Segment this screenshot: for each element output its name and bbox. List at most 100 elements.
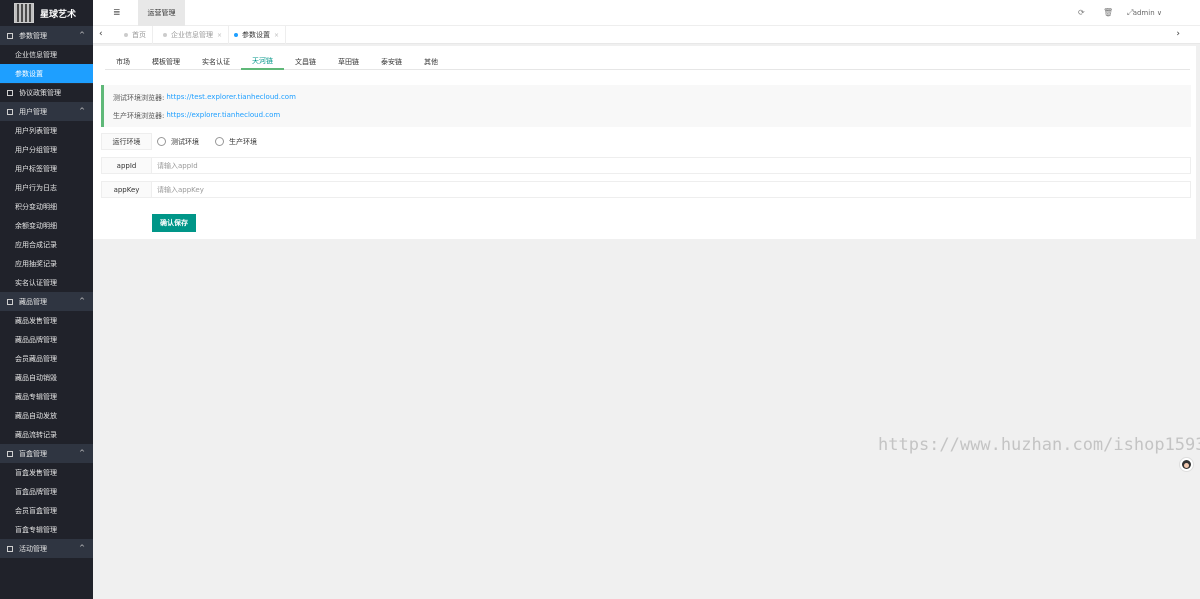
sidebar-item-synthesis[interactable]: 应用合成记录 [0, 235, 93, 254]
sidebar-group-params[interactable]: 参数管理 ^ [0, 26, 93, 45]
app-title: 星球艺术 [40, 9, 77, 20]
prod-explorer-label: 生产环境浏览器: [113, 112, 165, 120]
tab-dot-icon [163, 33, 167, 37]
appkey-input[interactable] [152, 181, 1191, 198]
clear-cache-icon[interactable]: 🗑 [1103, 8, 1113, 17]
sidebar-item-company-info[interactable]: 企业信息管理 [0, 45, 93, 64]
tab-company-info[interactable]: 企业信息管理 × [157, 26, 230, 44]
sidebar-item-user-list[interactable]: 用户列表管理 [0, 121, 93, 140]
sidebar-item-box-sale[interactable]: 盲盒发售管理 [0, 463, 93, 482]
subtab-caotian[interactable]: 草田链 [327, 54, 370, 70]
subtab-taian[interactable]: 泰安链 [370, 54, 413, 70]
support-avatar[interactable] [1179, 457, 1194, 472]
tab-dot-icon [124, 33, 128, 37]
box-icon [7, 450, 13, 457]
top-header: ≣ 运营管理 ⟳ 🗑 ⤢ admin ∨ [93, 0, 1200, 26]
sidebar: 星球艺术 参数管理 ^ 企业信息管理 参数设置 协议政策管理 用户管理 ^ 用户… [0, 0, 93, 599]
refresh-icon[interactable]: ⟳ [1078, 8, 1085, 17]
sidebar-item-coll-album[interactable]: 藏品专辑管理 [0, 387, 93, 406]
sidebar-group-blindbox[interactable]: 盲盒管理 ^ [0, 444, 93, 463]
subtab-template[interactable]: 模板管理 [141, 54, 191, 70]
test-explorer-label: 测试环境浏览器: [113, 94, 165, 102]
appid-label: appId [101, 157, 152, 174]
appid-row: appId [101, 157, 1191, 174]
content-panel: 市场 模板管理 实名认证 天河链 文昌链 草田链 泰安链 其他 测试环境浏览器:… [93, 46, 1196, 239]
sidebar-group-policy[interactable]: 协议政策管理 [0, 83, 93, 102]
sidebar-item-points[interactable]: 积分变动明细 [0, 197, 93, 216]
chevron-up-icon: ^ [79, 449, 85, 457]
collection-icon [7, 298, 13, 305]
menu-toggle-icon[interactable]: ≣ [113, 8, 121, 18]
subtab-other[interactable]: 其他 [413, 54, 449, 70]
sidebar-group-collections[interactable]: 藏品管理 ^ [0, 292, 93, 311]
username: admin [1132, 9, 1155, 17]
sidebar-group-activities[interactable]: 活动管理 ^ [0, 539, 93, 558]
tabs-next-icon[interactable]: › [1176, 29, 1180, 39]
activity-icon [7, 545, 13, 552]
chevron-down-icon: ∨ [1156, 9, 1162, 17]
folder-icon [7, 32, 13, 39]
sidebar-item-coll-brand[interactable]: 藏品品牌管理 [0, 330, 93, 349]
sidebar-item-user-group[interactable]: 用户分组管理 [0, 140, 93, 159]
tab-label: 首页 [132, 31, 146, 39]
radio-label: 测试环境 [171, 137, 199, 146]
chevron-up-icon: ^ [79, 31, 85, 39]
test-explorer-line: 测试环境浏览器: https://test.explorer.tianheclo… [113, 93, 296, 103]
prod-explorer-line: 生产环境浏览器: https://explorer.tianhecloud.co… [113, 111, 280, 121]
sidebar-item-box-brand[interactable]: 盲盒品牌管理 [0, 482, 93, 501]
explorer-notice: 测试环境浏览器: https://test.explorer.tianheclo… [101, 85, 1191, 127]
appkey-label: appKey [101, 181, 152, 198]
logo[interactable]: 星球艺术 [0, 0, 93, 26]
sidebar-item-box-member[interactable]: 会员盲盒管理 [0, 501, 93, 520]
close-icon[interactable]: × [217, 32, 222, 39]
watermark: https://www.huzhan.com/ishop15931 [878, 435, 1200, 455]
subtab-realname[interactable]: 实名认证 [191, 54, 241, 70]
sidebar-item-coll-airdrop[interactable]: 藏品自动发放 [0, 406, 93, 425]
sidebar-group-label: 用户管理 [19, 107, 47, 116]
appkey-row: appKey [101, 181, 1191, 198]
tab-label: 企业信息管理 [171, 31, 213, 39]
sidebar-item-param-settings[interactable]: 参数设置 [0, 64, 93, 83]
sidebar-group-label: 参数管理 [19, 31, 47, 40]
sidebar-group-label: 活动管理 [19, 544, 47, 553]
sidebar-group-label: 藏品管理 [19, 297, 47, 306]
test-explorer-link[interactable]: https://test.explorer.tianhecloud.com [166, 93, 296, 103]
user-menu[interactable]: admin ∨ [1133, 9, 1162, 17]
logo-qr-icon [14, 3, 34, 23]
sidebar-item-balance[interactable]: 余额变动明细 [0, 216, 93, 235]
sidebar-item-realname[interactable]: 实名认证管理 [0, 273, 93, 292]
tab-param-settings[interactable]: 参数设置 × [228, 26, 287, 44]
radio-circle-icon [215, 137, 224, 146]
subtab-tianhe[interactable]: 天河链 [241, 54, 284, 70]
prod-explorer-link[interactable]: https://explorer.tianhecloud.com [166, 111, 280, 121]
tabs-prev-icon[interactable]: ‹ [99, 29, 103, 39]
radio-circle-icon [157, 137, 166, 146]
list-icon [7, 90, 13, 96]
sidebar-item-coll-destroy[interactable]: 藏品自动销毁 [0, 368, 93, 387]
subtab-wenchang[interactable]: 文昌链 [284, 54, 327, 70]
env-radio-group: 测试环境 生产环境 [152, 133, 273, 150]
radio-prod-env[interactable]: 生产环境 [215, 137, 257, 147]
user-icon [7, 108, 13, 115]
sidebar-item-coll-sale[interactable]: 藏品发售管理 [0, 311, 93, 330]
sidebar-item-box-album[interactable]: 盲盒专辑管理 [0, 520, 93, 539]
chevron-up-icon: ^ [79, 107, 85, 115]
env-row: 运行环境 测试环境 生产环境 [101, 133, 1191, 150]
tab-dot-icon [234, 33, 238, 37]
sidebar-item-user-log[interactable]: 用户行为日志 [0, 178, 93, 197]
sidebar-group-label: 协议政策管理 [19, 89, 61, 97]
close-icon[interactable]: × [274, 32, 279, 39]
module-tab-operations[interactable]: 运营管理 [138, 0, 185, 26]
tab-home[interactable]: 首页 [118, 26, 153, 44]
sidebar-item-lottery[interactable]: 应用抽奖记录 [0, 254, 93, 273]
sidebar-group-users[interactable]: 用户管理 ^ [0, 102, 93, 121]
sidebar-item-coll-transfer[interactable]: 藏品流转记录 [0, 425, 93, 444]
appid-input[interactable] [152, 157, 1191, 174]
radio-test-env[interactable]: 测试环境 [157, 137, 199, 147]
page-tab-strip: ‹ 首页 企业信息管理 × 参数设置 × › [93, 26, 1200, 44]
save-button[interactable]: 确认保存 [152, 214, 196, 232]
sidebar-item-user-tags[interactable]: 用户标签管理 [0, 159, 93, 178]
chain-subtabs: 市场 模板管理 实名认证 天河链 文昌链 草田链 泰安链 其他 [105, 54, 1190, 70]
sidebar-item-coll-member[interactable]: 会员藏品管理 [0, 349, 93, 368]
subtab-market[interactable]: 市场 [105, 54, 141, 70]
